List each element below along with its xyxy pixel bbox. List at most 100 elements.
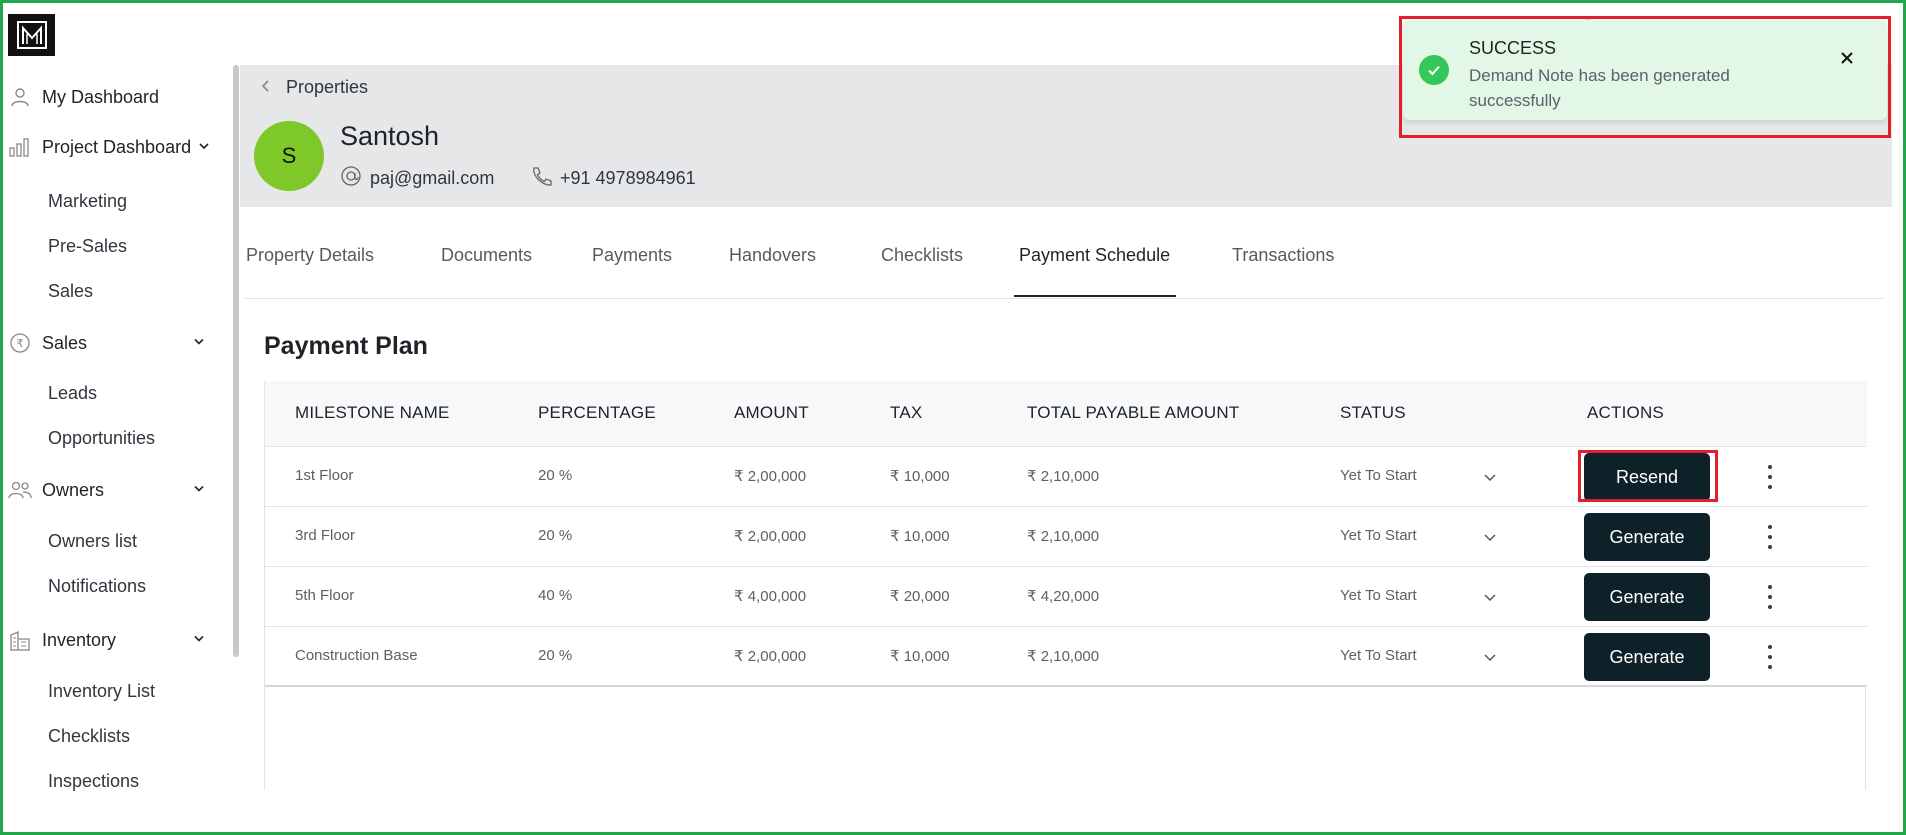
total-cell: ₹ 2,10,000	[1027, 648, 1100, 665]
milestone-name: 5th Floor	[295, 587, 355, 604]
generate-button[interactable]: Generate	[1584, 633, 1710, 681]
sidebar-item-marketing[interactable]: Marketing	[48, 191, 127, 212]
sidebar-item-label: Owners	[42, 479, 105, 500]
column-header-actions: ACTIONS	[1587, 403, 1664, 422]
more-options-icon[interactable]	[1765, 645, 1775, 669]
tab-payments[interactable]: Payments	[592, 245, 672, 266]
owner-email-text: paj@gmail.com	[370, 168, 495, 188]
chevron-down-icon[interactable]	[1482, 529, 1498, 550]
breadcrumb[interactable]: Properties	[260, 77, 368, 98]
status-select[interactable]: Yet To Start	[1340, 647, 1417, 664]
status-select[interactable]: Yet To Start	[1340, 587, 1417, 604]
check-circle-icon	[1419, 55, 1449, 85]
sidebar-item-owners[interactable]: Owners	[8, 478, 218, 502]
tab-handovers[interactable]: Handovers	[729, 245, 816, 266]
toast-message: Demand Note has been generated successfu…	[1469, 66, 1730, 110]
success-toast: SUCCESS Demand Note has been generated s…	[1403, 20, 1887, 120]
table-row: Construction Base 20 % ₹ 2,00,000 ₹ 10,0…	[265, 627, 1867, 687]
table-header: MILESTONE NAME PERCENTAGE AMOUNT TAX TOT…	[265, 381, 1867, 447]
phone-icon	[530, 165, 552, 192]
user-icon	[8, 85, 32, 109]
owner-phone: +91 4978984961	[530, 165, 696, 192]
more-options-icon[interactable]	[1765, 585, 1775, 609]
amount-cell: ₹ 4,00,000	[734, 588, 807, 605]
sidebar-item-opportunities[interactable]: Opportunities	[48, 428, 155, 449]
sidebar-item-checklists[interactable]: Checklists	[48, 726, 130, 747]
at-sign-icon	[340, 165, 362, 192]
column-header-amount: AMOUNT	[734, 403, 809, 422]
owner-email: paj@gmail.com	[340, 165, 494, 192]
tab-payment-schedule[interactable]: Payment Schedule	[1019, 245, 1170, 266]
tab-documents[interactable]: Documents	[441, 245, 532, 266]
tab-property-details[interactable]: Property Details	[246, 245, 374, 266]
generate-button[interactable]: Generate	[1584, 513, 1710, 561]
toast-title: SUCCESS	[1469, 38, 1557, 58]
sidebar-item-label: My Dashboard	[42, 86, 160, 107]
sidebar-item-notifications[interactable]: Notifications	[48, 576, 146, 597]
tax-cell: ₹ 10,000	[890, 528, 950, 545]
amount-cell: ₹ 2,00,000	[734, 468, 807, 485]
percentage-cell: 20 %	[538, 527, 573, 544]
bar-chart-icon	[8, 135, 32, 159]
total-cell: ₹ 4,20,000	[1027, 588, 1100, 605]
sidebar-item-owners-list[interactable]: Owners list	[48, 531, 137, 552]
sidebar-scrollbar[interactable]	[233, 65, 239, 657]
chevron-left-icon[interactable]	[260, 77, 272, 98]
close-icon[interactable]	[1835, 46, 1859, 70]
chevron-down-icon[interactable]	[197, 137, 211, 158]
column-header-milestone: MILESTONE NAME	[295, 403, 450, 422]
sidebar-item-my-dashboard[interactable]: My Dashboard	[8, 85, 159, 109]
table-row: 1st Floor 20 % ₹ 2,00,000 ₹ 10,000 ₹ 2,1…	[265, 447, 1867, 507]
percentage-cell: 20 %	[538, 467, 573, 484]
tab-checklists[interactable]: Checklists	[881, 245, 963, 266]
percentage-cell: 40 %	[538, 587, 573, 604]
total-cell: ₹ 2,10,000	[1027, 528, 1100, 545]
active-tab-indicator	[1014, 295, 1176, 297]
chevron-down-icon[interactable]	[1482, 589, 1498, 610]
sidebar-item-label: Project Dashboard	[42, 136, 192, 157]
chevron-down-icon[interactable]	[192, 480, 206, 501]
sidebar-item-leads[interactable]: Leads	[48, 383, 97, 404]
sidebar-item-sales[interactable]: ₹ Sales	[8, 331, 218, 355]
tax-cell: ₹ 10,000	[890, 468, 950, 485]
property-tabs: Property Details Documents Payments Hand…	[244, 207, 1884, 299]
svg-text:₹: ₹	[17, 337, 24, 350]
sidebar: My Dashboard Project Dashboard Marketing…	[0, 65, 228, 793]
amount-cell: ₹ 2,00,000	[734, 648, 807, 665]
tax-cell: ₹ 20,000	[890, 588, 950, 605]
table-row: 5th Floor 40 % ₹ 4,00,000 ₹ 20,000 ₹ 4,2…	[265, 567, 1867, 627]
chevron-down-icon[interactable]	[192, 630, 206, 651]
resend-button[interactable]: Resend	[1584, 453, 1710, 501]
sidebar-item-sales-dashboard[interactable]: Sales	[48, 281, 93, 302]
app-logo[interactable]	[8, 14, 55, 56]
chevron-down-icon[interactable]	[1482, 469, 1498, 490]
chevron-down-icon[interactable]	[1482, 649, 1498, 670]
table-row: 3rd Floor 20 % ₹ 2,00,000 ₹ 10,000 ₹ 2,1…	[265, 507, 1867, 567]
breadcrumb-label[interactable]: Properties	[286, 77, 368, 98]
sidebar-item-project-dashboard[interactable]: Project Dashboard	[8, 135, 218, 159]
milestone-name: Construction Base	[295, 647, 418, 664]
amount-cell: ₹ 2,00,000	[734, 528, 807, 545]
sidebar-item-inventory-list[interactable]: Inventory List	[48, 681, 155, 702]
status-select[interactable]: Yet To Start	[1340, 527, 1417, 544]
more-options-icon[interactable]	[1765, 525, 1775, 549]
section-title: Payment Plan	[264, 332, 428, 360]
generate-button[interactable]: Generate	[1584, 573, 1710, 621]
tab-transactions[interactable]: Transactions	[1232, 245, 1334, 266]
total-cell: ₹ 2,10,000	[1027, 468, 1100, 485]
owner-name: Santosh	[340, 121, 440, 151]
sidebar-item-inventory[interactable]: Inventory	[8, 628, 218, 652]
payment-plan-table: MILESTONE NAME PERCENTAGE AMOUNT TAX TOT…	[264, 381, 1867, 790]
milestone-name: 3rd Floor	[295, 527, 356, 544]
sidebar-item-pre-sales[interactable]: Pre-Sales	[48, 236, 127, 257]
rupee-icon: ₹	[8, 331, 32, 355]
owner-phone-text: +91 4978984961	[560, 168, 696, 188]
percentage-cell: 20 %	[538, 647, 573, 664]
status-select[interactable]: Yet To Start	[1340, 467, 1417, 484]
main-content: Properties S Santosh paj@gmail.com +91 4…	[240, 65, 1892, 790]
sidebar-item-label: Sales	[42, 332, 88, 353]
column-header-total: TOTAL PAYABLE AMOUNT	[1027, 403, 1240, 422]
sidebar-item-inspections[interactable]: Inspections	[48, 771, 139, 792]
more-options-icon[interactable]	[1765, 465, 1775, 489]
chevron-down-icon[interactable]	[192, 333, 206, 354]
